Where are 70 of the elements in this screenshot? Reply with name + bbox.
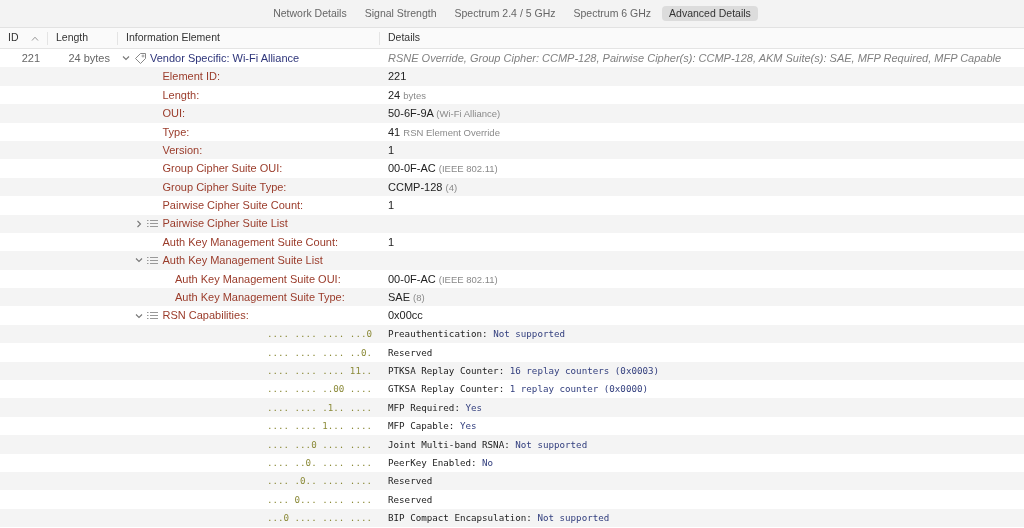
tab[interactable]: Signal Strength xyxy=(357,6,444,21)
field-label: Version: xyxy=(162,142,203,158)
bit-field: Preauthentication: Not supported xyxy=(388,328,566,340)
bit-mask: .... .0.. .... .... xyxy=(266,474,373,489)
list-icon xyxy=(147,256,158,265)
sort-caret-icon[interactable] xyxy=(31,35,39,41)
field-label: Length: xyxy=(162,87,200,103)
field-label: Pairwise Cipher Suite Count: xyxy=(162,198,304,214)
field-label: Auth Key Management Suite OUI: xyxy=(175,271,341,287)
field-label: Auth Key Management Suite Type: xyxy=(175,290,345,305)
field-label: Type: xyxy=(162,124,190,140)
bit-field: PTKSA Replay Counter: 16 replay counters (0x0003) xyxy=(388,364,660,376)
field-label: Group Cipher Suite Type: xyxy=(162,179,287,195)
bit-mask: .... .... .1.. .... xyxy=(266,400,373,415)
bit-field: BIP Compact Encapsulation: Not supported xyxy=(388,512,610,524)
field-value: 221 xyxy=(388,70,407,83)
field-label: Vendor Specific: Wi-Fi Alliance xyxy=(150,50,300,66)
bit-mask: .... .... .... ...0 xyxy=(266,327,373,341)
field-value: 1 xyxy=(388,143,395,156)
bit-field: MFP Capable: Yes xyxy=(388,420,477,432)
field-label: Auth Key Management Suite Count: xyxy=(162,234,338,250)
column-header[interactable]: Details xyxy=(388,30,421,46)
tab[interactable]: Spectrum 2.4 / 5 GHz xyxy=(447,6,563,21)
bit-mask: .... 0... .... .... xyxy=(266,492,373,507)
details-summary: RSNE Override, Group Cipher: CCMP-128, Pairwise Cipher(s): CCMP-128, AKM Suite(s): SAE, MFP Required, MFP Capable xyxy=(388,51,1002,64)
field-label: Group Cipher Suite OUI: xyxy=(162,161,283,177)
field-value: 41 RSN Element Override xyxy=(388,125,500,138)
field-label: RSN Capabilities: xyxy=(162,308,249,324)
field-label: Auth Key Management Suite List xyxy=(162,253,323,269)
bit-mask: .... .... ..00 .... xyxy=(266,382,373,397)
bit-mask: ...0 .... .... .... xyxy=(266,511,373,525)
field-value: 00-0F-AC (IEEE 802.11) xyxy=(388,272,498,285)
field-value: 1 xyxy=(388,199,395,212)
tab[interactable]: Spectrum 6 GHz xyxy=(566,6,659,21)
tab[interactable]: Advanced Details xyxy=(662,6,758,21)
bit-mask: .... .... 1... .... xyxy=(266,419,373,433)
bit-mask: .... ...0 .... .... xyxy=(266,437,373,452)
chevron-down-icon[interactable] xyxy=(122,54,130,63)
id-cell-text: 221 xyxy=(20,50,41,66)
column-header[interactable]: Information Element xyxy=(126,30,220,46)
field-value: 0x00cc xyxy=(388,309,423,322)
bit-field: PeerKey Enabled: No xyxy=(388,456,494,468)
field-value: CCMP-128 (4) xyxy=(388,180,458,193)
bit-mask: .... ..0. .... .... xyxy=(266,455,373,470)
tab[interactable]: Network Details xyxy=(266,6,354,21)
column-header[interactable]: Length xyxy=(56,30,89,46)
bit-field: Joint Multi-band RSNA: Not supported xyxy=(388,438,588,450)
tag-icon xyxy=(133,51,147,65)
bit-field: GTKSA Replay Counter: 1 replay counter (0x0000) xyxy=(388,383,648,395)
list-icon xyxy=(147,311,158,321)
bit-field: Reserved xyxy=(388,346,433,358)
field-value: 00-0F-AC (IEEE 802.11) xyxy=(388,162,498,175)
bit-field: Reserved xyxy=(388,475,433,487)
field-value: 50-6F-9A (Wi-Fi Alliance) xyxy=(388,107,501,120)
bit-field: MFP Required: Yes xyxy=(388,401,483,413)
field-label: OUI: xyxy=(162,106,186,122)
length-cell-text: 24 bytes xyxy=(67,50,111,66)
column-header[interactable]: ID xyxy=(8,30,19,46)
field-label: Pairwise Cipher Suite List xyxy=(162,216,288,232)
field-value: 1 xyxy=(388,235,395,248)
list-icon xyxy=(147,219,158,229)
field-value: 24 bytes xyxy=(388,88,427,101)
chevron-right-icon[interactable] xyxy=(134,219,143,228)
bit-mask: .... .... .... ..0. xyxy=(266,345,373,360)
bit-mask: .... .... .... 11.. xyxy=(266,363,373,378)
field-value: SAE (8) xyxy=(388,291,425,303)
bit-field: Reserved xyxy=(388,493,433,505)
chevron-down-icon[interactable] xyxy=(134,311,143,320)
field-label: Element ID: xyxy=(162,69,220,85)
chevron-down-icon[interactable] xyxy=(134,256,143,265)
